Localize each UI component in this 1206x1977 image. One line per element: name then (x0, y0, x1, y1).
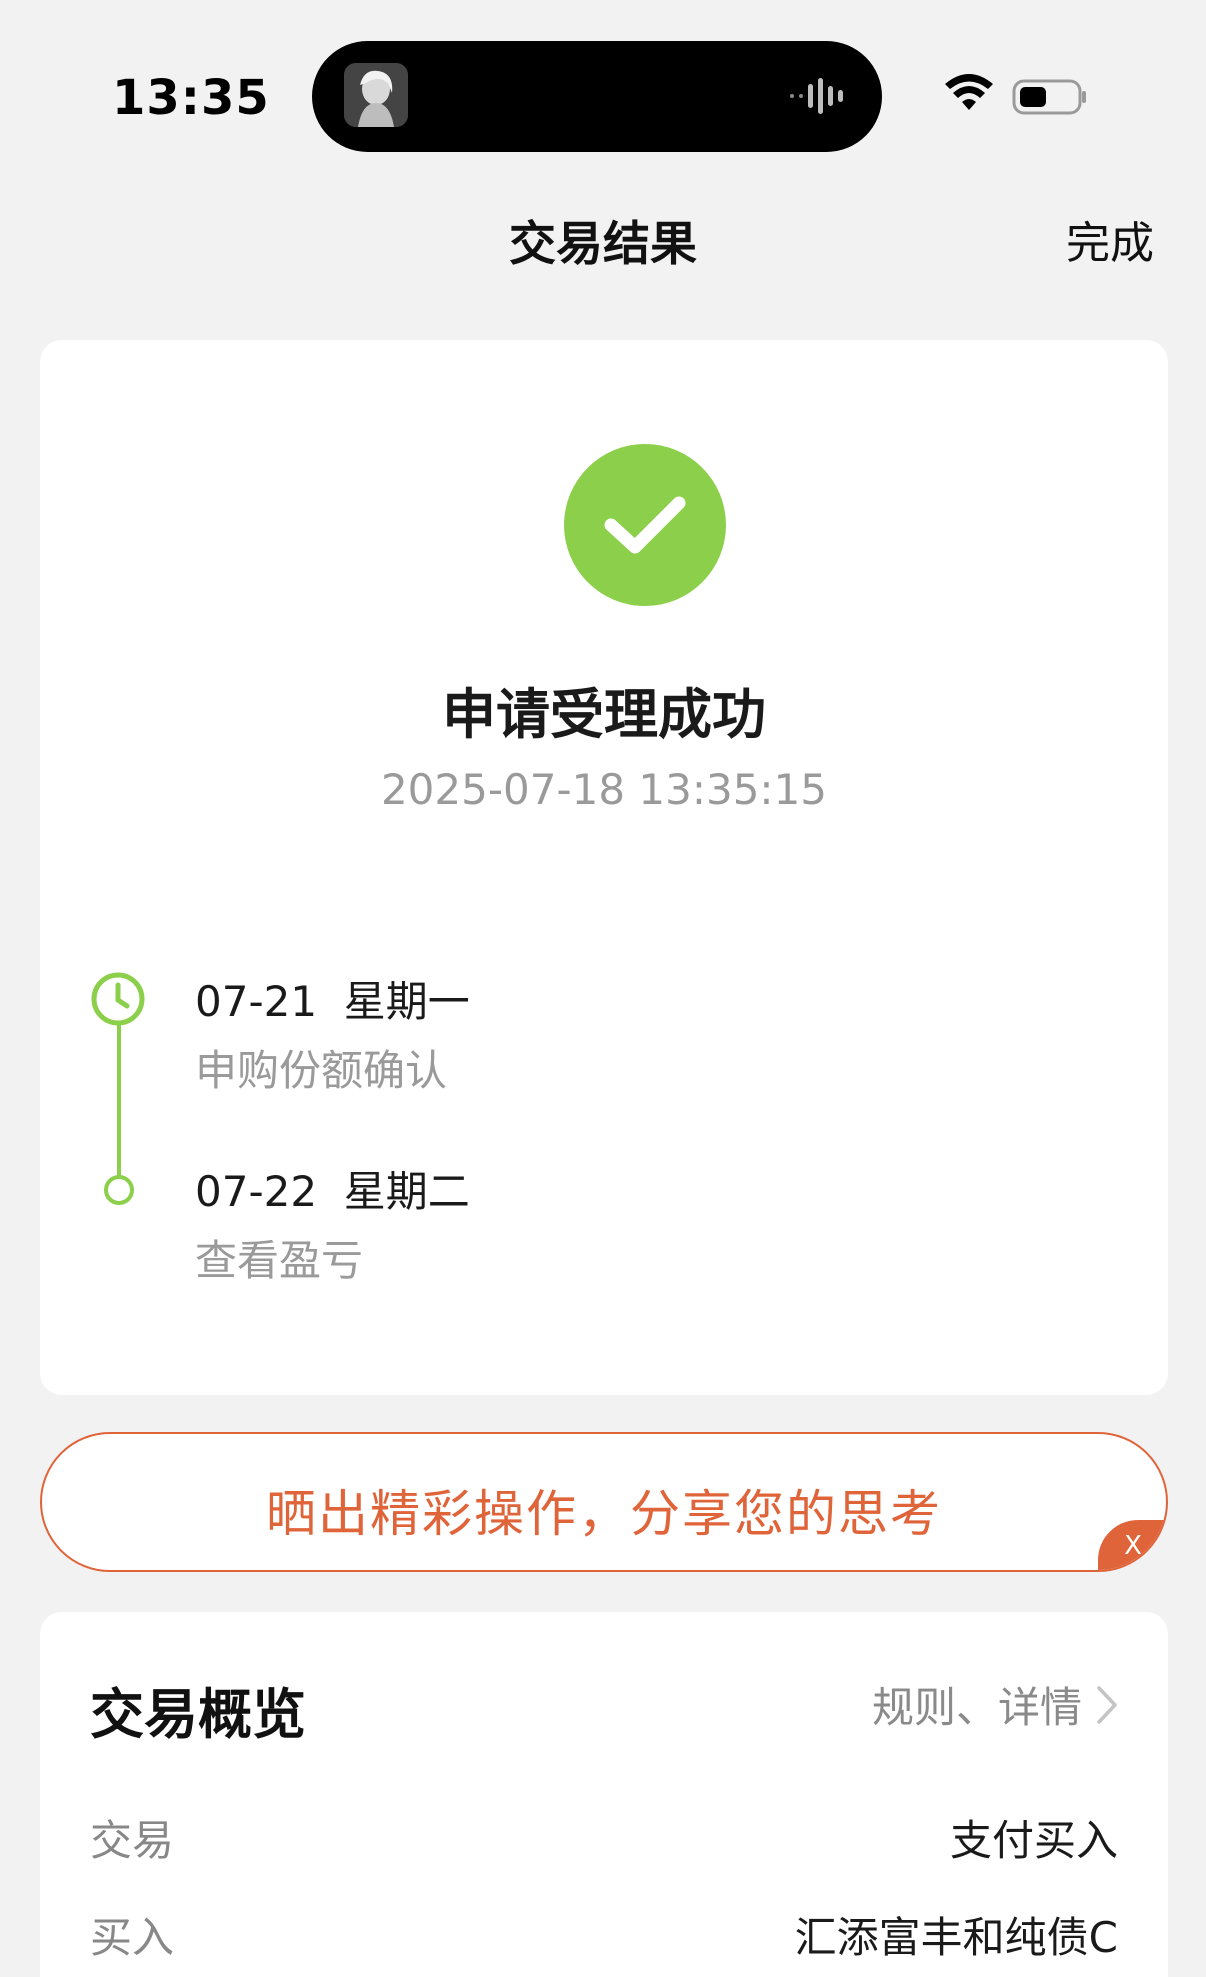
screen: 13:35 交易结果 完成 申请受理成功 2025-07-18 13:35:15… (0, 0, 1206, 1977)
share-text: 晒出精彩操作，分享您的思考 (266, 1485, 942, 1543)
page-title: 交易结果 (509, 217, 697, 272)
rules-details-link[interactable]: 规则、详情 (872, 1674, 1118, 1735)
step-desc-1: 申购份额确认 (195, 1046, 448, 1095)
overview-row-label: 买入 (90, 1913, 175, 1962)
overview-title: 交易概览 (90, 1683, 306, 1746)
timeline-line (117, 1012, 121, 1202)
clock-icon (91, 972, 145, 1026)
rules-details-label: 规则、详情 (871, 1683, 1082, 1732)
overview-row-value: 汇添富丰和纯债C (794, 1913, 1118, 1962)
album-art-thumbnail (344, 63, 408, 127)
result-card: 申请受理成功 2025-07-18 13:35:15 07-21 星期一 申购份… (40, 340, 1168, 1395)
result-timestamp: 2025-07-18 13:35:15 (380, 765, 828, 814)
battery-icon (1012, 79, 1086, 115)
done-button[interactable]: 完成 (1066, 207, 1154, 271)
status-time: 13:35 (112, 70, 270, 126)
step-date-2: 07-22 星期二 (195, 1167, 470, 1216)
audio-waveform-icon (790, 78, 843, 114)
overview-card: 交易概览 规则、详情 交易 支付买入 买入 汇添富丰和纯债C (40, 1612, 1168, 1977)
circle-dot-icon (104, 1175, 134, 1205)
share-banner[interactable]: 晒出精彩操作，分享您的思考 X (40, 1432, 1168, 1572)
dynamic-island[interactable] (312, 41, 882, 152)
overview-row-value: 支付买入 (949, 1816, 1118, 1865)
result-title: 申请受理成功 (442, 683, 766, 746)
success-check-icon (564, 444, 726, 606)
chevron-right-icon (1097, 1685, 1117, 1724)
overview-row-label: 交易 (90, 1816, 175, 1865)
wifi-icon (945, 74, 993, 110)
step-desc-2: 查看盈亏 (195, 1236, 364, 1285)
step-date-1: 07-21 星期一 (195, 977, 470, 1026)
